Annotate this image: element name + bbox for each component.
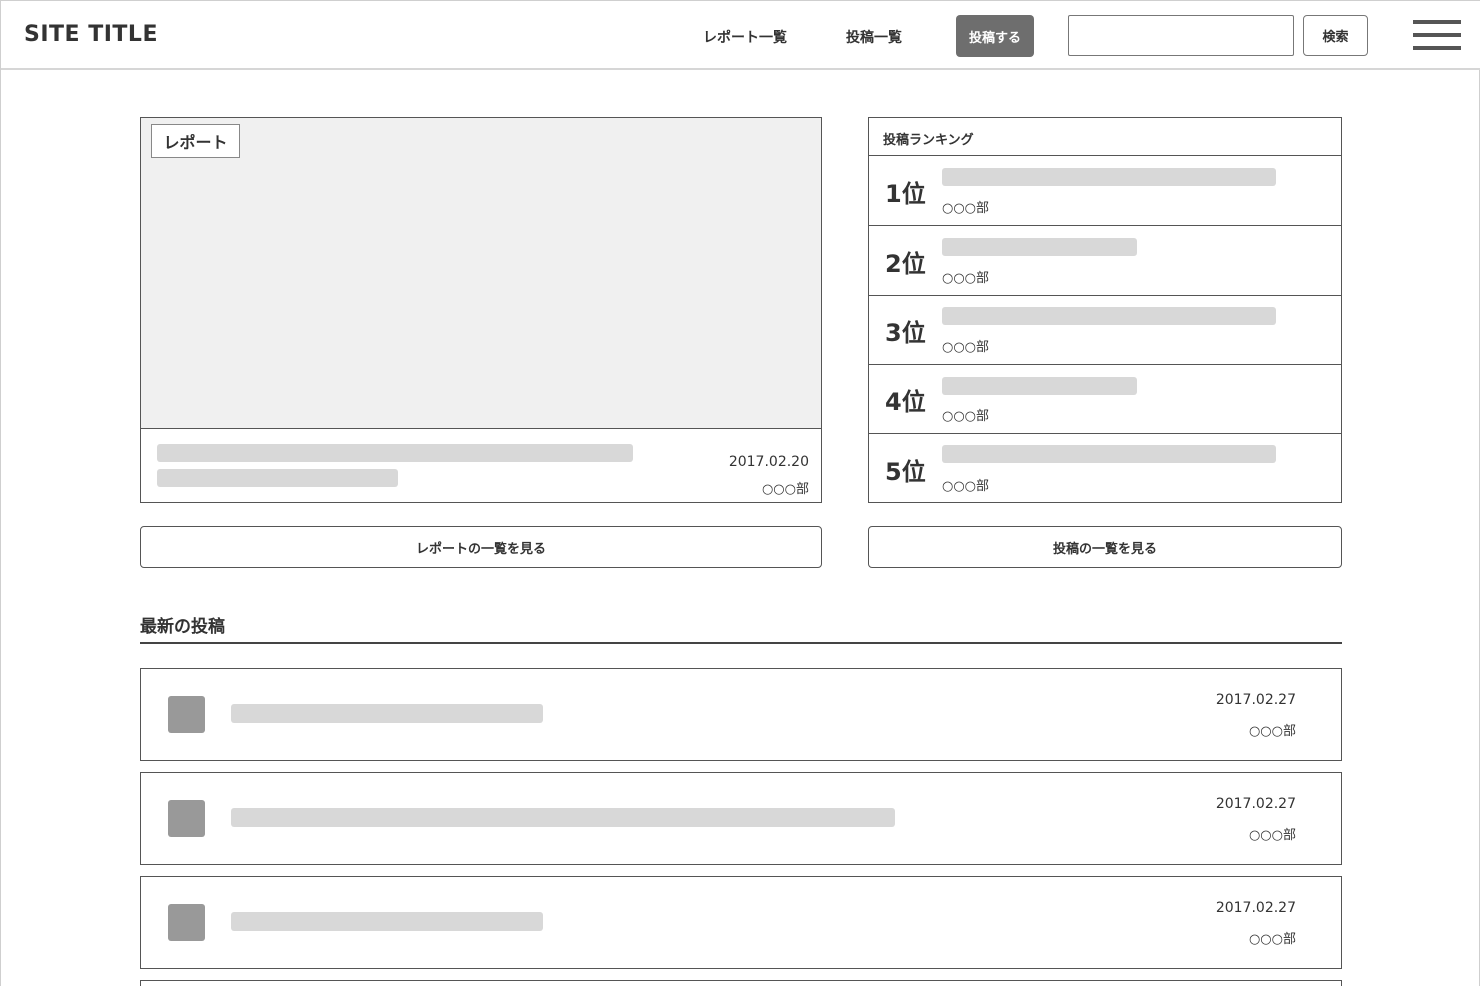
rank-label: 4位 xyxy=(885,388,926,416)
search-input[interactable] xyxy=(1068,15,1294,56)
site-header: SITE TITLE レポート一覧 投稿一覧 投稿する 検索 xyxy=(1,0,1480,70)
post-date: 2017.02.27 xyxy=(1215,796,1296,812)
rank-label: 5位 xyxy=(885,458,926,486)
ranking-item[interactable]: 2位 ○○○部 xyxy=(869,226,1341,296)
ranking-title-placeholder xyxy=(942,168,1276,186)
report-image-placeholder: レポート xyxy=(141,118,821,429)
ranking-item[interactable]: 4位 ○○○部 xyxy=(869,364,1341,434)
nav-reports-link[interactable]: レポート一覧 xyxy=(703,27,787,47)
rank-label: 3位 xyxy=(885,319,926,347)
post-date: 2017.02.27 xyxy=(1215,900,1296,916)
latest-posts-heading: 最新の投稿 xyxy=(140,617,225,637)
rank-department: ○○○部 xyxy=(942,479,990,494)
post-list-item-partial[interactable] xyxy=(140,980,1342,986)
report-tag: レポート xyxy=(151,124,240,158)
rank-department: ○○○部 xyxy=(942,340,990,355)
nav-posts-link[interactable]: 投稿一覧 xyxy=(846,27,902,47)
ranking-title-placeholder xyxy=(942,238,1137,256)
view-reports-button[interactable]: レポートの一覧を見る xyxy=(140,526,822,568)
post-department: ○○○部 xyxy=(1248,828,1296,843)
report-date: 2017.02.20 xyxy=(728,454,809,470)
report-subtitle-placeholder xyxy=(157,469,398,487)
post-title-placeholder xyxy=(231,808,895,827)
report-department: ○○○部 xyxy=(761,482,809,497)
ranking-title: 投稿ランキング xyxy=(869,118,1341,156)
menu-bar xyxy=(1413,46,1461,50)
view-posts-button[interactable]: 投稿の一覧を見る xyxy=(868,526,1342,568)
create-post-button[interactable]: 投稿する xyxy=(956,15,1034,57)
post-thumbnail xyxy=(168,696,205,733)
section-divider xyxy=(140,642,1342,644)
post-list-item[interactable]: 2017.02.27 ○○○部 xyxy=(140,876,1342,969)
post-department: ○○○部 xyxy=(1248,724,1296,739)
rank-department: ○○○部 xyxy=(942,409,990,424)
report-title-placeholder xyxy=(157,444,633,462)
post-date: 2017.02.27 xyxy=(1215,692,1296,708)
ranking-title-placeholder xyxy=(942,377,1137,395)
menu-bar xyxy=(1413,33,1461,37)
featured-report-card[interactable]: レポート 2017.02.20 ○○○部 xyxy=(140,117,822,503)
rank-department: ○○○部 xyxy=(942,271,990,286)
site-title[interactable]: SITE TITLE xyxy=(24,22,158,47)
ranking-item[interactable]: 1位 ○○○部 xyxy=(869,156,1341,226)
post-list-item[interactable]: 2017.02.27 ○○○部 xyxy=(140,772,1342,865)
rank-department: ○○○部 xyxy=(942,201,990,216)
menu-bar xyxy=(1413,20,1461,24)
post-list-item[interactable]: 2017.02.27 ○○○部 xyxy=(140,668,1342,761)
post-ranking-panel: 投稿ランキング 1位 ○○○部 2位 ○○○部 3位 ○○○部 4位 ○○○部 … xyxy=(868,117,1342,503)
post-title-placeholder xyxy=(231,912,543,931)
post-title-placeholder xyxy=(231,704,543,723)
ranking-item[interactable]: 5位 ○○○部 xyxy=(869,434,1341,504)
ranking-title-placeholder xyxy=(942,307,1276,325)
hamburger-menu-icon[interactable] xyxy=(1413,20,1461,50)
post-department: ○○○部 xyxy=(1248,932,1296,947)
post-thumbnail xyxy=(168,904,205,941)
search-button[interactable]: 検索 xyxy=(1303,15,1368,56)
ranking-title-placeholder xyxy=(942,445,1276,463)
post-thumbnail xyxy=(168,800,205,837)
ranking-item[interactable]: 3位 ○○○部 xyxy=(869,295,1341,365)
rank-label: 1位 xyxy=(885,180,926,208)
rank-label: 2位 xyxy=(885,250,926,278)
